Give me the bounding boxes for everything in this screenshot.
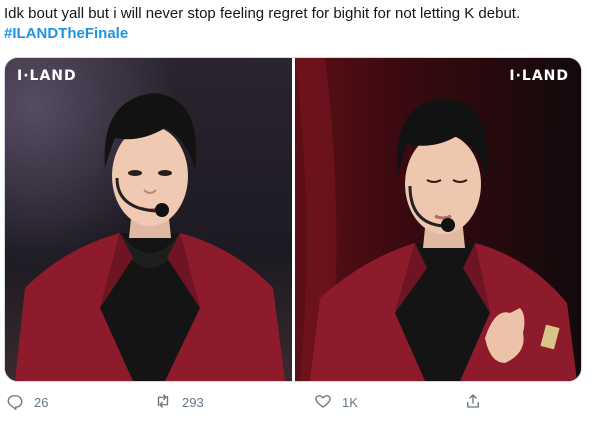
photo-right-image [295,58,581,381]
reply-icon [6,392,24,413]
photo-left[interactable]: I·LAND [5,58,292,381]
tweet-media[interactable]: I·LAND I·LAND [4,57,582,382]
reply-button[interactable]: 26 [6,392,48,413]
iland-watermark-right: I·LAND [509,68,569,84]
reply-count: 26 [34,395,49,410]
hashtag-link[interactable]: #ILANDTheFinale [4,25,128,42]
retweet-count: 293 [182,395,204,410]
share-button[interactable] [464,392,482,413]
tweet-text: Idk bout yall but i will never stop feel… [4,4,592,44]
photo-left-image [5,58,292,381]
tweet-actions: 26 293 1K [0,390,600,418]
iland-watermark-left: I·LAND [17,68,77,84]
share-icon [464,392,482,413]
like-button[interactable]: 1K [314,392,358,413]
retweet-icon [154,392,172,413]
photo-right[interactable]: I·LAND [295,58,581,381]
heart-icon [314,392,332,413]
retweet-button[interactable]: 293 [154,392,204,413]
like-count: 1K [342,395,358,410]
tweet-body: Idk bout yall but i will never stop feel… [4,5,521,22]
